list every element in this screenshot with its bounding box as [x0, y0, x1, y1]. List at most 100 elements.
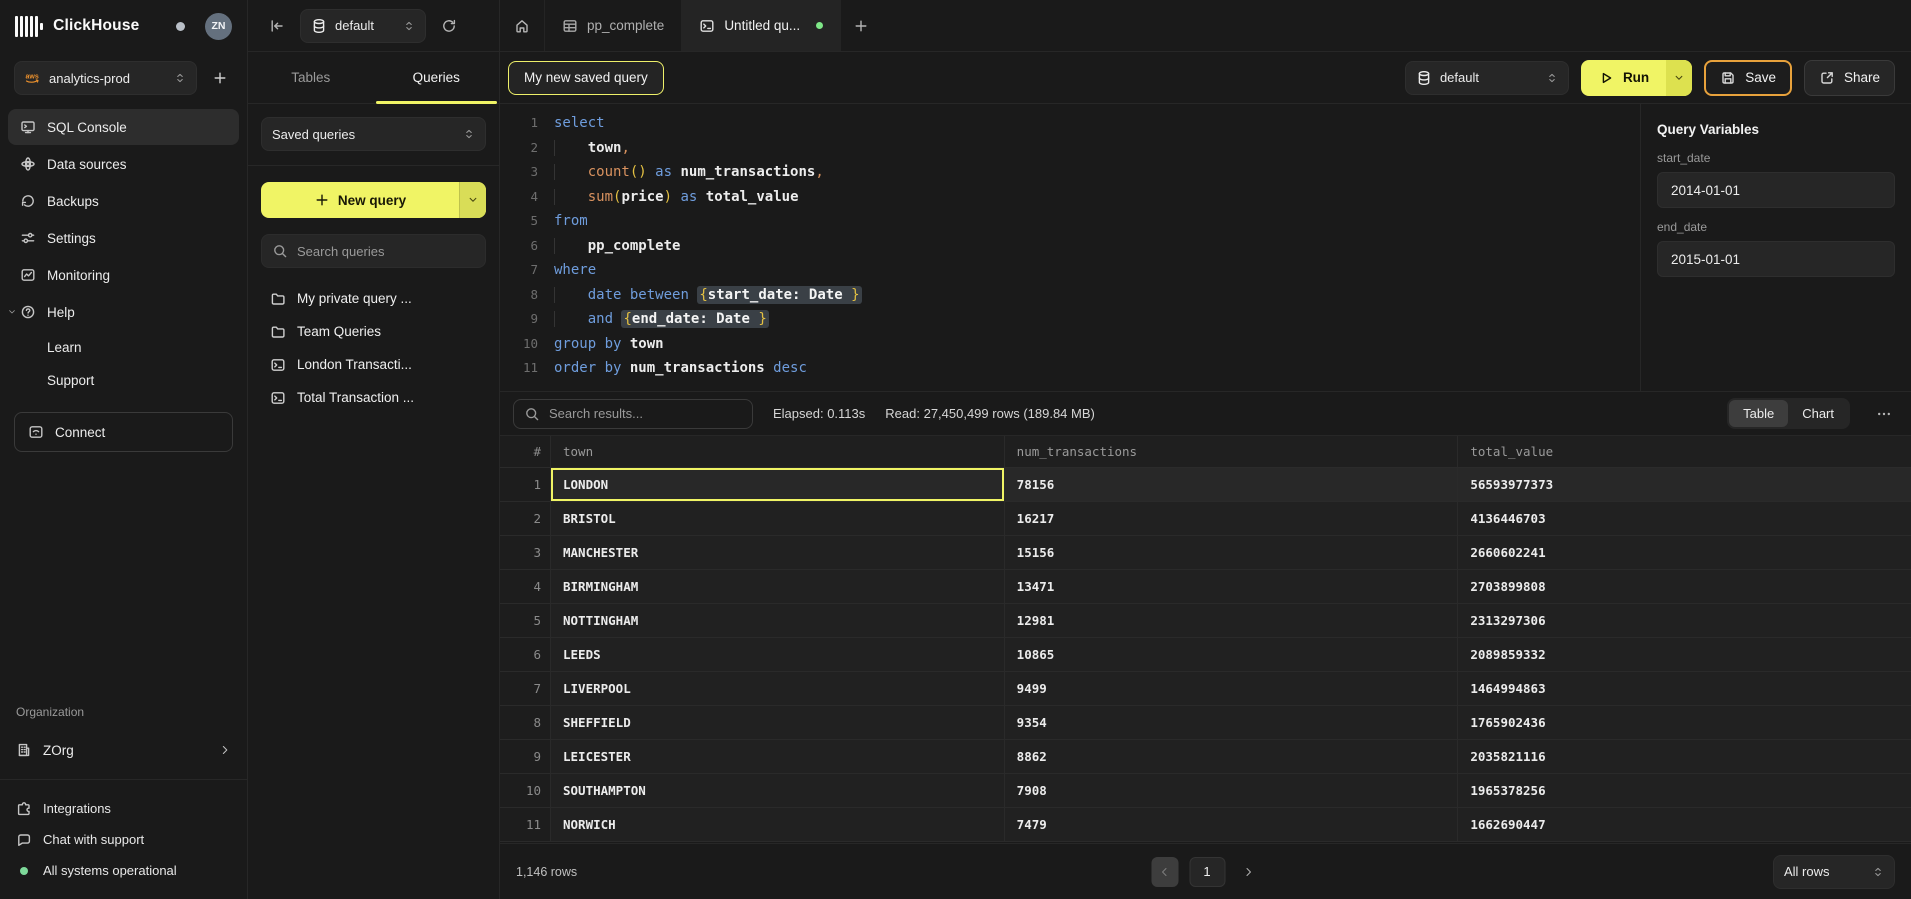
home-button[interactable]	[500, 0, 544, 51]
organization-item[interactable]: ZOrg	[0, 731, 247, 769]
connect-button[interactable]: Connect	[14, 412, 233, 452]
table-row[interactable]: 9LEICESTER88622035821116	[500, 740, 1911, 774]
end-date-input[interactable]	[1657, 241, 1895, 277]
cell-total-value[interactable]: 2313297306	[1457, 604, 1911, 637]
code-line[interactable]: 8 date between {start_date: Date }	[500, 283, 1640, 308]
cell-town[interactable]: LIVERPOOL	[550, 672, 1004, 705]
run-button-main[interactable]: Run	[1581, 60, 1666, 96]
cell-num-transactions[interactable]: 15156	[1004, 536, 1458, 569]
table-row[interactable]: 5NOTTINGHAM129812313297306	[500, 604, 1911, 638]
run-button[interactable]: Run	[1581, 60, 1692, 96]
tab-untitled-query[interactable]: Untitled qu...	[682, 0, 841, 51]
sidebar-item-backups[interactable]: Backups	[8, 183, 239, 219]
code-line[interactable]: 6 pp_complete	[500, 234, 1640, 259]
search-queries-input[interactable]	[297, 244, 475, 259]
code-line[interactable]: 1select	[500, 111, 1640, 136]
cell-town[interactable]: BIRMINGHAM	[550, 570, 1004, 603]
cell-town[interactable]: MANCHESTER	[550, 536, 1004, 569]
page-size-selector[interactable]: All rows	[1773, 855, 1895, 889]
cell-total-value[interactable]: 1464994863	[1457, 672, 1911, 705]
cell-town[interactable]: LONDON	[550, 468, 1004, 501]
current-page[interactable]: 1	[1189, 857, 1225, 887]
cell-total-value[interactable]: 2703899808	[1457, 570, 1911, 603]
table-row[interactable]: 10SOUTHAMPTON79081965378256	[500, 774, 1911, 808]
column-header-num-transactions[interactable]: num_transactions	[1004, 436, 1458, 467]
cell-total-value[interactable]: 1662690447	[1457, 808, 1911, 841]
saved-query-tab[interactable]: My new saved query	[508, 61, 664, 95]
tab-pp-complete[interactable]: pp_complete	[544, 0, 682, 51]
editor-database-selector[interactable]: default	[1405, 61, 1569, 95]
cell-num-transactions[interactable]: 7479	[1004, 808, 1458, 841]
saved-queries-selector[interactable]: Saved queries	[261, 117, 486, 151]
cell-town[interactable]: LEEDS	[550, 638, 1004, 671]
tab-tables[interactable]: Tables	[248, 52, 374, 103]
next-page-button[interactable]	[1236, 857, 1260, 887]
sidebar-item-data-sources[interactable]: Data sources	[8, 146, 239, 182]
cell-town[interactable]: LEICESTER	[550, 740, 1004, 773]
saved-query-london-transacti[interactable]: London Transacti...	[261, 348, 486, 381]
table-row[interactable]: 7LIVERPOOL94991464994863	[500, 672, 1911, 706]
code-line[interactable]: 5from	[500, 209, 1640, 234]
code-line[interactable]: 3 count() as num_transactions,	[500, 160, 1640, 185]
table-row[interactable]: 6LEEDS108652089859332	[500, 638, 1911, 672]
cell-total-value[interactable]: 56593977373	[1457, 468, 1911, 501]
sidebar-item-settings[interactable]: Settings	[8, 220, 239, 256]
cell-town[interactable]: SHEFFIELD	[550, 706, 1004, 739]
code-line[interactable]: 10group by town	[500, 332, 1640, 357]
results-menu-button[interactable]	[1870, 400, 1898, 428]
sidebar-link-support[interactable]: Support	[0, 364, 247, 397]
code-line[interactable]: 2 town,	[500, 136, 1640, 161]
cell-town[interactable]: NOTTINGHAM	[550, 604, 1004, 637]
code-line[interactable]: 7where	[500, 258, 1640, 283]
saved-query-total-transaction[interactable]: Total Transaction ...	[261, 381, 486, 414]
cell-num-transactions[interactable]: 9354	[1004, 706, 1458, 739]
cell-num-transactions[interactable]: 9499	[1004, 672, 1458, 705]
collapse-panel-button[interactable]	[262, 11, 292, 41]
start-date-input[interactable]	[1657, 172, 1895, 208]
database-selector[interactable]: default	[300, 9, 426, 43]
sql-editor[interactable]: 1select2 town,3 count() as num_transacti…	[500, 104, 1640, 391]
cell-total-value[interactable]: 1765902436	[1457, 706, 1911, 739]
code-line[interactable]: 9 and {end_date: Date }	[500, 307, 1640, 332]
saved-query-team-queries[interactable]: Team Queries	[261, 315, 486, 348]
cell-town[interactable]: BRISTOL	[550, 502, 1004, 535]
code-line[interactable]: 4 sum(price) as total_value	[500, 185, 1640, 210]
share-button[interactable]: Share	[1804, 60, 1895, 96]
new-tab-button[interactable]	[841, 0, 881, 51]
avatar[interactable]: ZN	[205, 13, 232, 40]
new-query-button[interactable]: New query	[261, 182, 486, 218]
cell-num-transactions[interactable]: 7908	[1004, 774, 1458, 807]
refresh-button[interactable]	[434, 11, 464, 41]
view-chart-button[interactable]: Chart	[1788, 400, 1848, 427]
sidebar-link-learn[interactable]: Learn	[0, 331, 247, 364]
table-row[interactable]: 2BRISTOL162174136446703	[500, 502, 1911, 536]
code-line[interactable]: 11order by num_transactions desc	[500, 356, 1640, 381]
sidebar-footer-chat-with-support[interactable]: Chat with support	[0, 824, 247, 855]
cell-total-value[interactable]: 4136446703	[1457, 502, 1911, 535]
tab-queries[interactable]: Queries	[374, 52, 500, 103]
cell-num-transactions[interactable]: 12981	[1004, 604, 1458, 637]
sidebar-item-sql-console[interactable]: SQL Console	[8, 109, 239, 145]
previous-page-button[interactable]	[1151, 857, 1178, 887]
cell-total-value[interactable]: 2035821116	[1457, 740, 1911, 773]
column-header-total-value[interactable]: total_value	[1457, 436, 1911, 467]
run-options-button[interactable]	[1666, 60, 1692, 96]
table-row[interactable]: 1LONDON7815656593977373	[500, 468, 1911, 502]
cell-num-transactions[interactable]: 10865	[1004, 638, 1458, 671]
service-selector[interactable]: aws analytics-prod	[14, 61, 197, 95]
search-results-input[interactable]	[549, 406, 742, 421]
cell-num-transactions[interactable]: 13471	[1004, 570, 1458, 603]
notification-dot-icon[interactable]	[176, 22, 185, 31]
cell-town[interactable]: NORWICH	[550, 808, 1004, 841]
add-service-button[interactable]	[207, 65, 233, 91]
table-row[interactable]: 3MANCHESTER151562660602241	[500, 536, 1911, 570]
column-header-town[interactable]: town	[550, 436, 1004, 467]
sidebar-item-help[interactable]: Help	[8, 294, 239, 330]
cell-total-value[interactable]: 2660602241	[1457, 536, 1911, 569]
cell-total-value[interactable]: 2089859332	[1457, 638, 1911, 671]
save-button[interactable]: Save	[1704, 60, 1792, 96]
new-query-dropdown-button[interactable]	[459, 182, 486, 218]
sidebar-footer-all-systems-operational[interactable]: All systems operational	[0, 855, 247, 886]
new-query-main[interactable]: New query	[261, 182, 459, 218]
cell-num-transactions[interactable]: 78156	[1004, 468, 1458, 501]
